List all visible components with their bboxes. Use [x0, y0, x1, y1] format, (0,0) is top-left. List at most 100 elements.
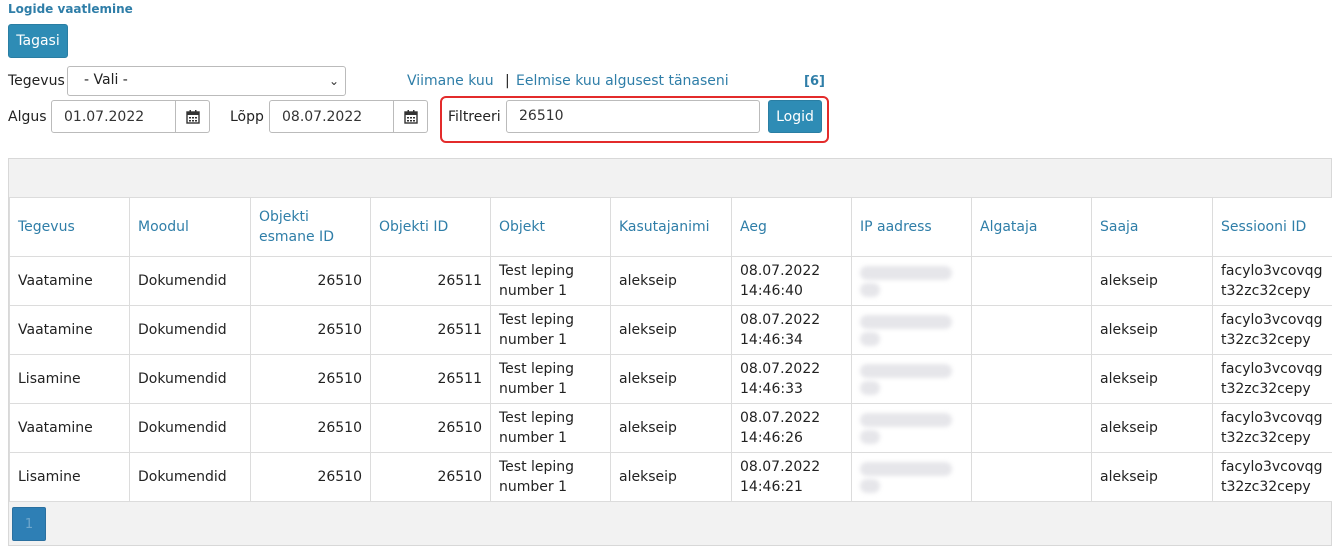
time-clock: 14:46:21 [740, 479, 803, 495]
object-name-line1: Test leping [499, 312, 575, 328]
cell-action: Lisamine [9, 452, 130, 502]
object-name-line2: number 1 [499, 332, 567, 348]
page-1-button[interactable]: 1 [12, 507, 46, 541]
blurred-ip [860, 331, 880, 346]
action-select[interactable]: - Vali - ⌄ [67, 66, 346, 96]
session-line1: facylo3vcovqg [1221, 361, 1323, 377]
cell-session-id: facylo3vcovqg t32zc32cepy [1212, 354, 1332, 404]
cell-time: 08.07.2022 14:46:40 [731, 256, 852, 306]
session-line2: t32zc32cepy [1221, 283, 1311, 299]
session-line2: t32zc32cepy [1221, 332, 1311, 348]
cell-orig-id: 26510 [250, 256, 371, 306]
filter-label: Filtreeri [448, 109, 501, 125]
column-header[interactable]: IP aadress [851, 197, 972, 257]
blurred-ip [860, 461, 952, 476]
end-date-input[interactable]: 08.07.2022 [269, 100, 394, 133]
cell-orig-id: 26510 [250, 452, 371, 502]
log-grid: Tegevus Moodul Objekti esmane ID Objekti… [8, 158, 1332, 546]
cell-obj-id: 26511 [370, 256, 491, 306]
time-clock: 14:46:34 [740, 332, 803, 348]
object-name-line1: Test leping [499, 410, 575, 426]
blurred-ip [860, 380, 880, 395]
table-row[interactable]: Vaatamine Dokumendid 26510 26511 Test leping… [9, 256, 1332, 306]
blurred-ip [860, 265, 952, 280]
column-header[interactable]: Aeg [731, 197, 852, 257]
blurred-ip [860, 412, 952, 427]
column-header[interactable]: Tegevus [9, 197, 130, 257]
cell-username: alekseip [610, 256, 732, 306]
end-calendar-button[interactable] [394, 100, 428, 133]
chevron-down-icon: ⌄ [328, 74, 339, 88]
cell-object: Test leping number 1 [490, 354, 611, 404]
cell-orig-id: 26510 [250, 403, 371, 453]
cell-action: Vaatamine [9, 305, 130, 355]
time-date: 08.07.2022 [740, 361, 821, 377]
logid-button[interactable]: Logid [768, 100, 822, 133]
cell-username: alekseip [610, 452, 732, 502]
object-name-line2: number 1 [499, 381, 567, 397]
back-button[interactable]: Tagasi [8, 24, 68, 58]
cell-ip-address [851, 256, 972, 306]
object-name-line1: Test leping [499, 361, 575, 377]
time-clock: 14:46:33 [740, 381, 803, 397]
start-calendar-button[interactable] [176, 100, 210, 133]
blurred-ip [860, 314, 952, 329]
cell-module: Dokumendid [129, 354, 251, 404]
cell-ip-address [851, 452, 972, 502]
column-header[interactable]: Moodul [129, 197, 251, 257]
cell-recipient: alekseip [1091, 403, 1213, 453]
column-header[interactable]: Objekti ID [370, 197, 491, 257]
column-header[interactable]: Algataja [971, 197, 1092, 257]
cell-time: 08.07.2022 14:46:21 [731, 452, 852, 502]
cell-recipient: alekseip [1091, 354, 1213, 404]
cell-username: alekseip [610, 403, 732, 453]
object-name-line1: Test leping [499, 263, 575, 279]
object-name-line2: number 1 [499, 430, 567, 446]
table-header-row: Tegevus Moodul Objekti esmane ID Objekti… [9, 197, 1332, 257]
action-select-value: - Vali - [84, 72, 128, 88]
object-name-line1: Test leping [499, 459, 575, 475]
action-label: Tegevus [8, 73, 65, 89]
time-clock: 14:46:40 [740, 283, 803, 299]
cell-initiator [971, 256, 1092, 306]
cell-orig-id: 26510 [250, 354, 371, 404]
cell-session-id: facylo3vcovqg t32zc32cepy [1212, 305, 1332, 355]
table-row[interactable]: Lisamine Dokumendid 26510 26511 Test leping n… [9, 354, 1332, 404]
result-count: [6] [804, 74, 825, 89]
filter-input[interactable]: 26510 [506, 100, 760, 133]
page-title: Logide vaatlemine [8, 2, 133, 16]
cell-recipient: alekseip [1091, 305, 1213, 355]
object-name-line2: number 1 [499, 479, 567, 495]
cell-module: Dokumendid [129, 256, 251, 306]
cell-obj-id: 26510 [370, 452, 491, 502]
cell-ip-address [851, 354, 972, 404]
cell-session-id: facylo3vcovqg t32zc32cepy [1212, 256, 1332, 306]
cell-username: alekseip [610, 305, 732, 355]
column-header[interactable]: Saaja [1091, 197, 1213, 257]
cell-recipient: alekseip [1091, 452, 1213, 502]
column-header[interactable]: Objekt [490, 197, 611, 257]
start-date-input[interactable]: 01.07.2022 [51, 100, 176, 133]
column-header[interactable]: Kasutajanimi [610, 197, 732, 257]
prev-month-link[interactable]: Eelmise kuu algusest tänaseni [516, 73, 729, 89]
object-name-line2: number 1 [499, 283, 567, 299]
cell-action: Vaatamine [9, 403, 130, 453]
cell-object: Test leping number 1 [490, 452, 611, 502]
table-row[interactable]: Vaatamine Dokumendid 26510 26510 Test leping… [9, 403, 1332, 453]
column-header[interactable]: Sessiooni ID [1212, 197, 1332, 257]
session-line1: facylo3vcovqg [1221, 410, 1323, 426]
cell-initiator [971, 305, 1092, 355]
session-line2: t32zc32cepy [1221, 381, 1311, 397]
blurred-ip [860, 363, 952, 378]
calendar-icon [185, 109, 200, 124]
cell-ip-address [851, 305, 972, 355]
cell-username: alekseip [610, 354, 732, 404]
time-date: 08.07.2022 [740, 263, 821, 279]
cell-obj-id: 26511 [370, 305, 491, 355]
column-header[interactable]: Objekti esmane ID [250, 197, 371, 257]
last-month-link[interactable]: Viimane kuu [407, 73, 494, 89]
table-row[interactable]: Vaatamine Dokumendid 26510 26511 Test leping… [9, 305, 1332, 355]
table-row[interactable]: Lisamine Dokumendid 26510 26510 Test leping n… [9, 452, 1332, 502]
cell-object: Test leping number 1 [490, 403, 611, 453]
cell-orig-id: 26510 [250, 305, 371, 355]
